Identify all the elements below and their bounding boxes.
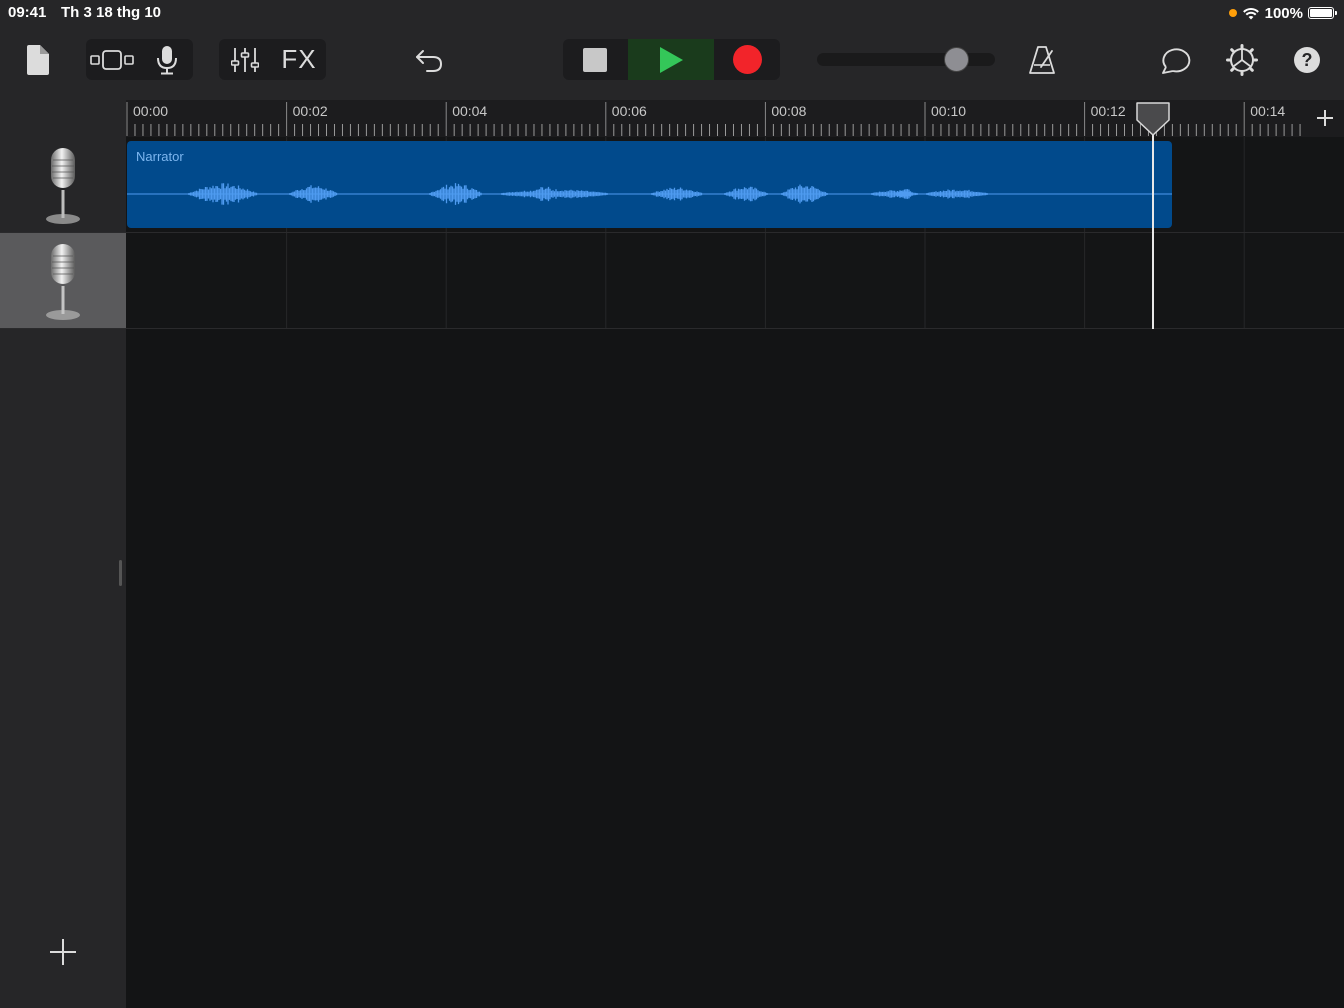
- stop-icon: [583, 47, 607, 72]
- metronome-button[interactable]: [1024, 41, 1060, 79]
- status-indicators: 100%: [1228, 4, 1337, 22]
- help-icon: ?: [1294, 47, 1320, 73]
- browser-button[interactable]: [146, 39, 188, 80]
- plus-icon: [50, 939, 76, 965]
- lane-divider: [0, 232, 1344, 233]
- svg-text:?: ?: [1302, 50, 1313, 70]
- loop-browser-button[interactable]: [1158, 41, 1196, 79]
- tracks-view-button[interactable]: [88, 39, 136, 80]
- ruler-label: 00:14: [1250, 103, 1286, 119]
- metronome-icon: [1029, 46, 1055, 74]
- control-bar: FX ?: [0, 26, 1344, 100]
- play-button[interactable]: [628, 39, 714, 80]
- fx-button[interactable]: FX: [274, 39, 324, 80]
- record-icon: [733, 45, 762, 74]
- lane-divider: [0, 328, 1344, 329]
- track-controls-button[interactable]: [222, 39, 268, 80]
- help-button[interactable]: ?: [1290, 43, 1324, 77]
- microphone-icon: [157, 45, 177, 74]
- play-icon: [660, 46, 683, 73]
- battery-icon: [1308, 7, 1337, 19]
- audio-region[interactable]: Narrator: [127, 141, 1172, 228]
- settings-icon: [1226, 44, 1258, 76]
- battery-percent: 100%: [1264, 4, 1303, 22]
- microphone-icon: [46, 148, 80, 224]
- microphone-icon: [46, 244, 80, 320]
- waveform: [127, 183, 1172, 205]
- document-icon: [27, 45, 49, 75]
- add-section-button[interactable]: [1310, 104, 1340, 132]
- mixer-icon: [231, 47, 259, 72]
- ruler-label: 00:10: [931, 103, 967, 119]
- playhead-marker-icon: [1136, 102, 1170, 136]
- ruler-label: 00:08: [771, 103, 807, 119]
- track-header-2[interactable]: [0, 233, 126, 328]
- plus-icon: [1317, 110, 1333, 126]
- loop-icon: [1162, 48, 1191, 74]
- stop-button[interactable]: [563, 39, 627, 80]
- view-icon: [90, 49, 134, 70]
- record-button[interactable]: [715, 39, 780, 80]
- sidebar-resize-handle[interactable]: [119, 560, 122, 586]
- status-date: Th 3 18 thg 10: [61, 4, 162, 21]
- ruler-label: 00:02: [292, 103, 328, 119]
- ruler-label: 00:00: [133, 103, 169, 119]
- transport-controls: [563, 39, 780, 80]
- settings-button[interactable]: [1222, 40, 1262, 80]
- playhead[interactable]: [1152, 110, 1154, 329]
- master-volume-knob[interactable]: [943, 47, 969, 72]
- my-songs-button[interactable]: [22, 42, 52, 78]
- microphone-in-use-indicator: [1228, 9, 1237, 17]
- ruler-label: 00:06: [611, 103, 647, 119]
- add-track-button[interactable]: [48, 937, 78, 967]
- wifi-icon: [1242, 8, 1259, 20]
- status-bar: 09:41 Th 3 18 thg 10 100%: [0, 0, 1344, 26]
- ruler-label: 00:04: [452, 103, 488, 119]
- undo-icon: [416, 50, 443, 72]
- track-header-1[interactable]: [0, 137, 126, 232]
- ruler-label: 00:12: [1090, 103, 1126, 119]
- playhead-handle[interactable]: [1136, 102, 1170, 136]
- undo-button[interactable]: [410, 42, 448, 78]
- status-time: 09:41: [8, 4, 47, 21]
